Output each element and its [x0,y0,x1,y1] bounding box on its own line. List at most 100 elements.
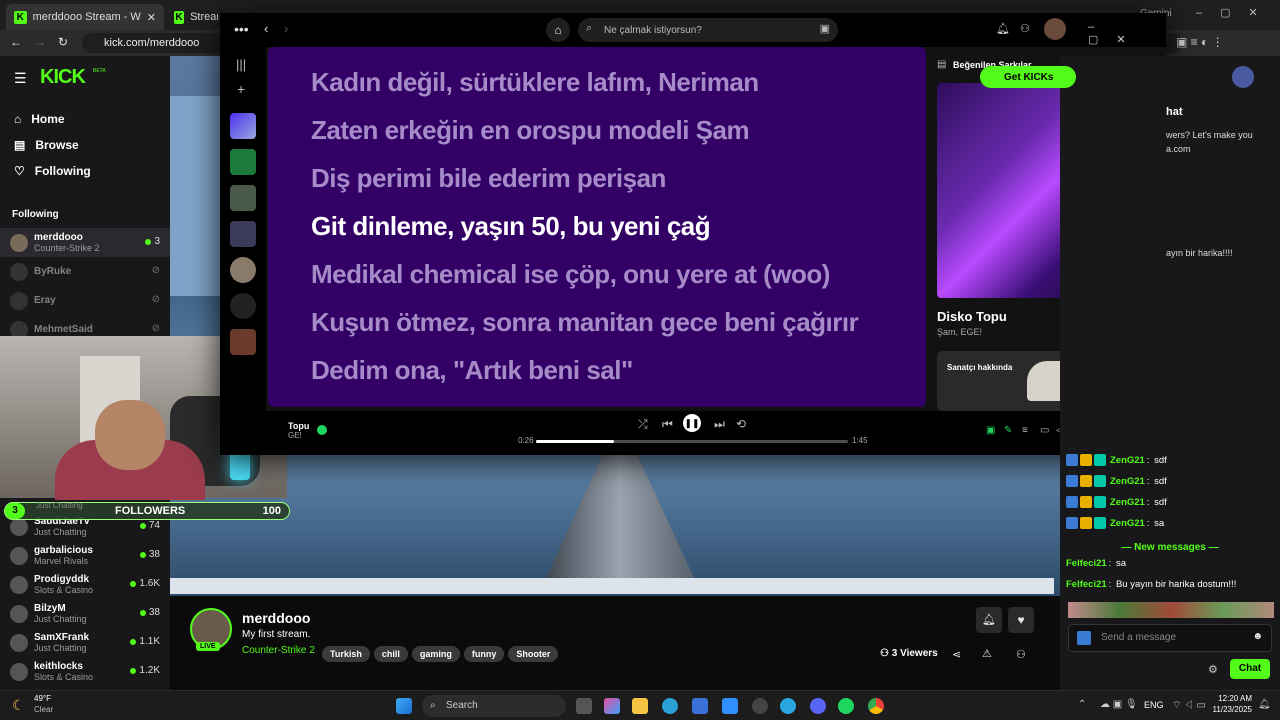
device-icon[interactable]: ▭ [1040,425,1049,436]
forward-icon[interactable]: › [284,21,288,36]
chrome-icon[interactable] [868,698,884,714]
lyric-line-active[interactable]: Git dinleme, yaşın 50, bu yeni çağ [311,211,711,242]
telegram-icon[interactable] [780,698,796,714]
lyric-line[interactable]: Medikal chemical ise çöp, onu yere at (w… [311,259,830,290]
library-icon[interactable]: ||| [236,57,246,72]
browser-tab[interactable]: K Stream - Kick Dashboard [166,4,226,30]
task-view-icon[interactable] [576,698,592,714]
home-icon[interactable]: ⌂ [546,18,570,42]
following-item[interactable]: SamXFrank Just Chatting 1.1K [0,628,170,657]
following-item[interactable]: Prodigyddk Slots & Casino 1.6K [0,570,170,599]
forward-icon[interactable]: → [34,35,46,49]
library-item[interactable] [230,257,256,283]
back-icon[interactable]: ‹ [264,21,268,36]
kick-emote-icon[interactable] [1077,631,1091,645]
bell-icon[interactable]: 🔔︎ [976,607,1002,633]
now-playing-title[interactable]: Topu [288,421,309,431]
stream-category[interactable]: Counter-Strike 2 [242,645,315,656]
tag-chip[interactable]: gaming [411,646,460,662]
now-playing-view-icon[interactable]: ▣ [986,425,995,436]
tag-chip[interactable]: chill [373,646,408,662]
chat-message[interactable]: ZenG21: sa [1066,517,1164,529]
report-icon[interactable]: ⚠ [982,647,992,660]
pause-button[interactable]: ❚❚ [683,414,701,432]
language-indicator[interactable]: ENG [1144,700,1164,710]
spotify-search-input[interactable]: ⌕ Ne çalmak istiyorsun? ▣ [578,18,838,42]
lyric-line[interactable]: Diş perimi bile ederim perişan [311,163,666,194]
menu-icon[interactable]: ☰ [14,70,27,87]
taskbar-search[interactable]: ⌕ Search [422,695,566,717]
store-icon[interactable] [692,698,708,714]
previous-icon[interactable]: ⏮ [662,417,673,432]
lyric-line[interactable]: Zaten erkeğin en orospu modeli Şam [311,115,750,146]
liked-songs-icon[interactable] [230,113,256,139]
tag-chip[interactable]: funny [463,646,505,662]
more-icon[interactable]: ••• [234,21,249,37]
user-avatar[interactable] [1232,66,1254,88]
tray-chevron-icon[interactable]: ⌃ [1078,699,1086,710]
following-item[interactable]: garbalicious Marvel Rivals 38 [0,541,170,570]
emoji-icon[interactable]: ☻ [1252,631,1263,642]
follow-heart-icon[interactable]: ♥ [1008,607,1034,633]
weather-desc[interactable]: Clear [34,705,53,714]
repeat-icon[interactable]: ⟲ [736,417,746,431]
lyric-line[interactable]: Dedim ona, "Artık beni sal" [311,355,633,386]
clock-time[interactable]: 12:20 AM [1212,694,1252,703]
streamer-name[interactable]: merddooo [242,610,310,626]
song-artists[interactable]: Şam, EGE! [937,327,982,337]
spotify-icon[interactable] [838,698,854,714]
lyric-line[interactable]: Kadın değil, sürtüklere lafım, Neriman [311,67,759,98]
library-item[interactable] [230,329,256,355]
network-volume-icons[interactable]: ⌔ ◁ ▭ [1172,699,1206,712]
browser-toolbar-icons[interactable]: ▣ ≡ ◐ ⋮ [1176,35,1224,49]
now-playing-artist[interactable]: GE! [288,431,302,440]
edge-icon[interactable] [662,698,678,714]
back-icon[interactable]: ← [10,35,22,49]
file-explorer-icon[interactable] [632,698,648,714]
copilot-icon[interactable] [604,698,620,714]
chat-input[interactable]: Send a message ☻ [1068,624,1272,652]
friends-icon[interactable]: ⚇ [1020,22,1030,35]
send-chat-button[interactable]: Chat [1230,659,1270,679]
spotify-window-controls[interactable]: –▢✕ [1088,21,1166,46]
bell-icon[interactable]: 🔔︎ [996,22,1010,35]
clip-icon[interactable]: ⚇ [1016,648,1026,661]
browser-tab-active[interactable]: K merddooo Stream - Watch Live ✕ [6,4,164,30]
following-item[interactable]: BilzyM Just Chatting 38 [0,599,170,628]
close-tab-icon[interactable]: ✕ [147,11,156,24]
library-item[interactable] [230,221,256,247]
library-item[interactable] [230,293,256,319]
discord-icon[interactable] [810,698,826,714]
lyric-line[interactable]: Kuşun ötmez, sonra manitan gece beni çağ… [311,307,859,338]
nav-browse[interactable]: ▤ Browse [0,132,170,158]
nav-following[interactable]: ♡ Following [0,158,170,184]
chat-message[interactable]: Felfeci21: sa [1066,558,1126,569]
kick-logo[interactable]: KICK [40,66,86,89]
emote-bar[interactable] [1068,602,1274,618]
window-controls[interactable]: –▢✕ [1196,6,1276,19]
nav-home[interactable]: ⌂ Home [0,106,170,132]
following-item[interactable]: Eray ⊘ [0,286,170,315]
notification-icon[interactable]: 🔔︎ [1258,699,1271,710]
share-icon[interactable]: ⋖ [952,648,961,661]
liked-check-icon[interactable] [317,425,327,435]
queue-icon[interactable]: ≡ [1022,425,1028,436]
progress-bar[interactable] [536,440,848,443]
library-item[interactable] [230,185,256,211]
lyrics-icon[interactable]: ✎ [1004,425,1012,436]
shuffle-icon[interactable]: ⤮ [638,417,648,432]
chat-message[interactable]: ZenG21: sdf [1066,454,1167,466]
settings-icon[interactable]: ⚙ [1208,663,1218,676]
app-icon[interactable] [722,698,738,714]
following-item[interactable]: keithlocks Slots & Casino 1.2K [0,657,170,686]
following-item[interactable]: ByRuke ⊘ [0,257,170,286]
browse-icon[interactable]: ▣ [820,22,830,35]
chat-message[interactable]: ZenG21: sdf [1066,496,1167,508]
tag-chip[interactable]: Shooter [508,646,559,662]
saved-episodes-icon[interactable] [230,149,256,175]
get-kicks-button[interactable]: Get KICKs [980,66,1076,88]
clock-date[interactable]: 11/23/2025 [1206,705,1252,714]
following-item[interactable]: merddooo Counter-Strike 2 3 [0,228,170,257]
profile-avatar[interactable] [1044,18,1066,40]
add-icon[interactable]: + [237,81,245,97]
